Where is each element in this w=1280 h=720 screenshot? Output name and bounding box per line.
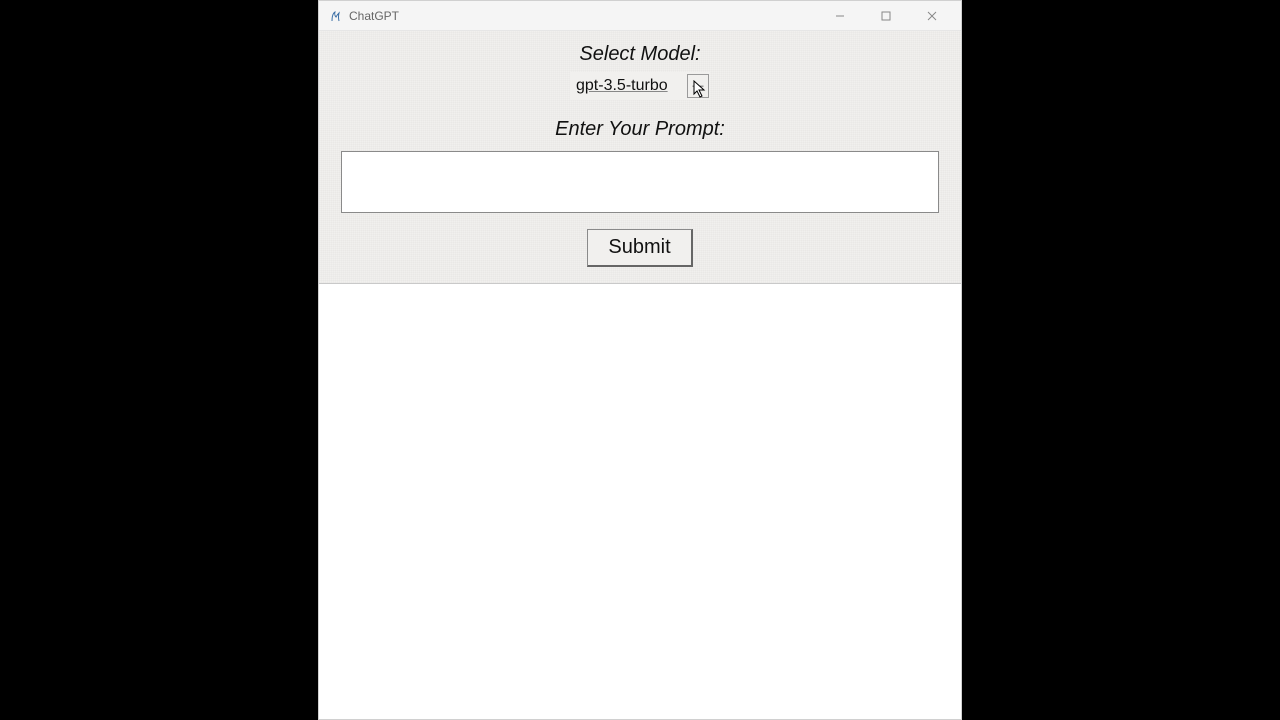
app-window: ChatGPT Select Model: gpt-3.5-turbo — En…: [318, 0, 962, 720]
form-panel: Select Model: gpt-3.5-turbo — Enter Your…: [319, 31, 961, 284]
app-icon: [329, 9, 343, 23]
dropdown-arrow-icon: —: [687, 74, 709, 98]
minimize-button[interactable]: [817, 2, 863, 30]
model-label: Select Model:: [579, 43, 700, 66]
close-button[interactable]: [909, 2, 955, 30]
submit-button[interactable]: Submit: [587, 229, 692, 267]
titlebar: ChatGPT: [319, 1, 961, 31]
model-dropdown[interactable]: gpt-3.5-turbo —: [570, 72, 710, 100]
maximize-button[interactable]: [863, 2, 909, 30]
output-area: [319, 284, 961, 719]
window-title: ChatGPT: [349, 9, 399, 23]
model-dropdown-value: gpt-3.5-turbo: [570, 77, 687, 95]
prompt-label: Enter Your Prompt:: [555, 118, 725, 141]
prompt-input[interactable]: [341, 151, 939, 213]
